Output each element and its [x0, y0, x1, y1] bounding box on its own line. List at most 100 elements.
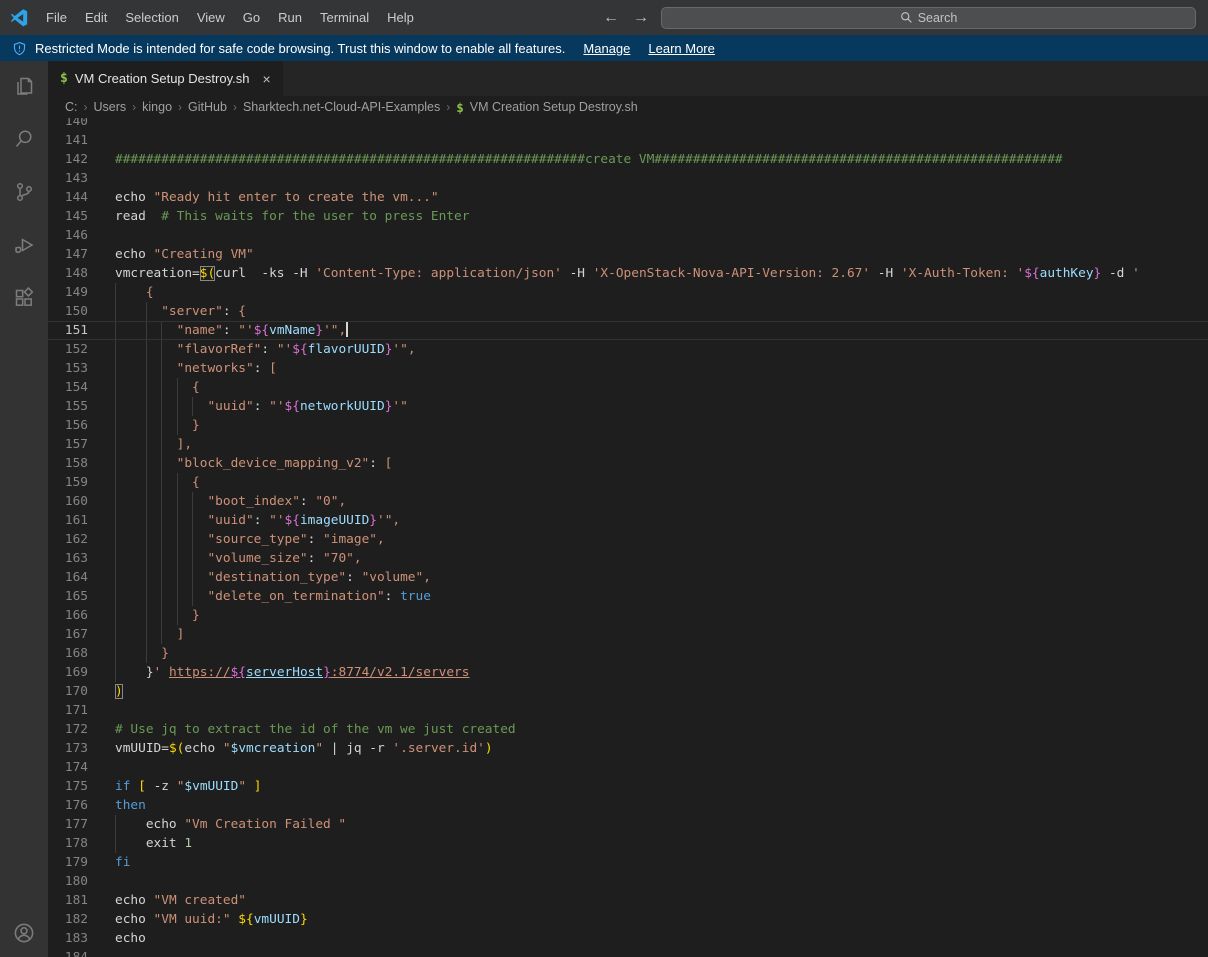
code-line[interactable]: 151 "name": "'${vmName}'",: [48, 321, 1208, 340]
code-line[interactable]: 149 {: [48, 283, 1208, 302]
code-line[interactable]: 176then: [48, 796, 1208, 815]
code-token: vmUUID: [254, 912, 300, 927]
indent-guide: [146, 416, 147, 435]
line-number: 176: [48, 796, 88, 815]
menu-run[interactable]: Run: [269, 0, 311, 35]
tab-vm-creation-setup-destroy[interactable]: $ VM Creation Setup Destroy.sh ×: [48, 61, 283, 96]
code-line[interactable]: 165 "delete_on_termination": true: [48, 587, 1208, 606]
account-icon[interactable]: [12, 921, 36, 950]
code-line[interactable]: 166 }: [48, 606, 1208, 625]
tab-close-icon[interactable]: ×: [262, 71, 270, 87]
menu-edit[interactable]: Edit: [76, 0, 116, 35]
nav-forward-icon[interactable]: →: [633, 9, 649, 27]
shell-file-icon: $: [60, 71, 68, 86]
explorer-icon[interactable]: [12, 74, 36, 103]
code-token: {: [115, 380, 200, 395]
code-line[interactable]: 145read # This waits for the user to pre…: [48, 207, 1208, 226]
code-line[interactable]: 158 "block_device_mapping_v2": [: [48, 454, 1208, 473]
search-icon: [900, 11, 913, 24]
extensions-icon[interactable]: [12, 286, 36, 315]
code-line[interactable]: 168 }: [48, 644, 1208, 663]
banner-learn-more-link[interactable]: Learn More: [648, 41, 714, 56]
menu-view[interactable]: View: [188, 0, 234, 35]
line-number: 148: [48, 264, 88, 283]
code-line[interactable]: 147echo "Creating VM": [48, 245, 1208, 264]
code-editor[interactable]: 140141142###############################…: [48, 118, 1208, 957]
breadcrumb-item[interactable]: GitHub: [188, 100, 227, 114]
indent-guide: [161, 359, 162, 378]
indent-guide: [115, 435, 116, 454]
code-line[interactable]: 160 "boot_index": "0",: [48, 492, 1208, 511]
nav-back-icon[interactable]: ←: [603, 9, 619, 27]
code-line[interactable]: 144echo "Ready hit enter to create the v…: [48, 188, 1208, 207]
line-number: 151: [48, 322, 88, 339]
code-token: :8774/v2.1/servers: [331, 665, 470, 680]
code-line[interactable]: 181echo "VM created": [48, 891, 1208, 910]
code-line[interactable]: 154 {: [48, 378, 1208, 397]
breadcrumb-item[interactable]: Sharktech.net-Cloud-API-Examples: [243, 100, 440, 114]
code-line[interactable]: 169 }' https://${serverHost}:8774/v2.1/s…: [48, 663, 1208, 682]
code-line[interactable]: 183echo: [48, 929, 1208, 948]
code-line[interactable]: 184: [48, 948, 1208, 957]
run-debug-icon[interactable]: [12, 233, 36, 262]
menu-go[interactable]: Go: [234, 0, 269, 35]
line-number: 170: [48, 682, 88, 701]
menu-file[interactable]: File: [37, 0, 76, 35]
code-line[interactable]: 152 "flavorRef": "'${flavorUUID}'",: [48, 340, 1208, 359]
code-line[interactable]: 174: [48, 758, 1208, 777]
banner-manage-link[interactable]: Manage: [583, 41, 630, 56]
code-line[interactable]: 163 "volume_size": "70",: [48, 549, 1208, 568]
code-line[interactable]: 157 ],: [48, 435, 1208, 454]
breadcrumb-file[interactable]: VM Creation Setup Destroy.sh: [470, 100, 638, 114]
code-line[interactable]: 173vmUUID=$(echo "$vmcreation" | jq -r '…: [48, 739, 1208, 758]
code-line[interactable]: 164 "destination_type": "volume",: [48, 568, 1208, 587]
menu-terminal[interactable]: Terminal: [311, 0, 378, 35]
code-line[interactable]: 146: [48, 226, 1208, 245]
code-line[interactable]: 161 "uuid": "'${imageUUID}'",: [48, 511, 1208, 530]
code-token: fi: [115, 855, 130, 870]
code-line[interactable]: 150 "server": {: [48, 302, 1208, 321]
code-line[interactable]: 175if [ -z "$vmUUID" ]: [48, 777, 1208, 796]
code-token: 'X-Auth-Token: ': [901, 266, 1024, 281]
code-token: ': [1132, 266, 1140, 281]
code-line[interactable]: 141: [48, 131, 1208, 150]
indent-guide: [192, 530, 193, 549]
code-line[interactable]: 159 {: [48, 473, 1208, 492]
source-control-icon[interactable]: [12, 180, 36, 209]
breadcrumb-item[interactable]: kingo: [142, 100, 172, 114]
breadcrumb-separator-icon: ›: [84, 100, 88, 114]
code-line[interactable]: 148vmcreation=$(curl -ks -H 'Content-Typ…: [48, 264, 1208, 283]
line-number: 154: [48, 378, 88, 397]
command-center-search[interactable]: Search: [661, 7, 1196, 29]
code-line[interactable]: 178 exit 1: [48, 834, 1208, 853]
code-token: echo: [115, 893, 154, 908]
indent-guide: [161, 587, 162, 606]
code-line[interactable]: 171: [48, 701, 1208, 720]
code-line[interactable]: 153 "networks": [: [48, 359, 1208, 378]
code-token: ": [315, 741, 323, 756]
code-line[interactable]: 143: [48, 169, 1208, 188]
menu-selection[interactable]: Selection: [116, 0, 187, 35]
code-line[interactable]: 172# Use jq to extract the id of the vm …: [48, 720, 1208, 739]
search-icon[interactable]: [12, 127, 36, 156]
code-line[interactable]: 155 "uuid": "'${networkUUID}'": [48, 397, 1208, 416]
code-line[interactable]: 167 ]: [48, 625, 1208, 644]
code-token: {: [231, 304, 246, 319]
breadcrumb-item[interactable]: C:: [65, 100, 78, 114]
code-token: "volume_size": [115, 551, 308, 566]
code-line[interactable]: 170): [48, 682, 1208, 701]
indent-guide: [115, 416, 116, 435]
indent-guide: [161, 511, 162, 530]
code-line[interactable]: 140: [48, 118, 1208, 131]
code-line[interactable]: 177 echo "Vm Creation Failed ": [48, 815, 1208, 834]
code-line[interactable]: 142#####################################…: [48, 150, 1208, 169]
code-line[interactable]: 156 }: [48, 416, 1208, 435]
code-line[interactable]: 182echo "VM uuid:" ${vmUUID}: [48, 910, 1208, 929]
breadcrumb-item[interactable]: Users: [94, 100, 127, 114]
menu-help[interactable]: Help: [378, 0, 423, 35]
code-token: }: [369, 513, 377, 528]
code-line[interactable]: 179fi: [48, 853, 1208, 872]
code-line[interactable]: 162 "source_type": "image",: [48, 530, 1208, 549]
code-line[interactable]: 180: [48, 872, 1208, 891]
breadcrumb-separator-icon: ›: [178, 100, 182, 114]
